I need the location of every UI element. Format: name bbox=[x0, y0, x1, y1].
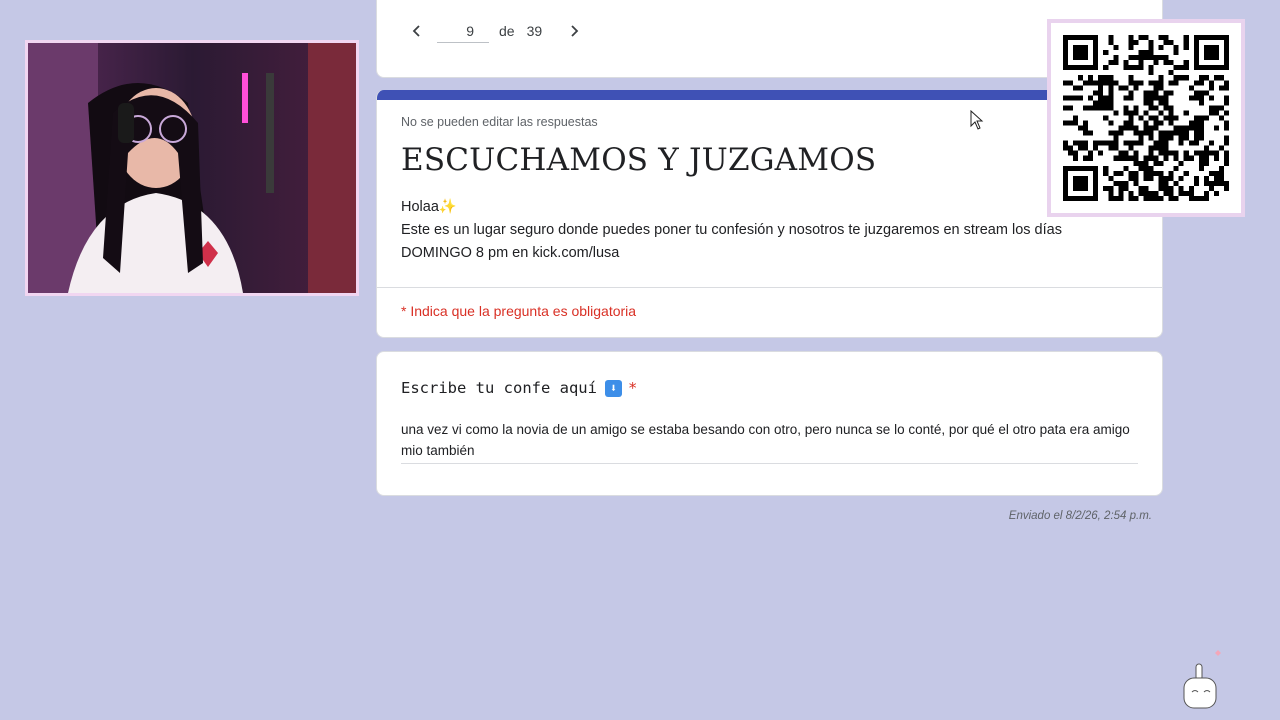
pager-total: 39 bbox=[526, 23, 543, 39]
response-pager-card: de 39 bbox=[376, 0, 1163, 78]
chevron-left-icon bbox=[412, 25, 420, 37]
form-title: ESCUCHAMOS Y JUZGAMOS bbox=[401, 142, 877, 178]
question-card: Escribe tu confe aquí ⬇ * una vez vi com… bbox=[376, 351, 1163, 496]
qr-code-icon bbox=[1063, 35, 1229, 201]
description-text: Este es un lugar seguro donde puedes pon… bbox=[401, 222, 1062, 261]
page-number-input[interactable] bbox=[437, 19, 489, 43]
question-label: Escribe tu confe aquí bbox=[401, 379, 597, 397]
form-header-card: No se pueden editar las respuestas ESCUC… bbox=[376, 90, 1163, 338]
pager: de 39 bbox=[405, 19, 586, 43]
down-arrow-icon: ⬇ bbox=[604, 379, 622, 397]
header-divider bbox=[377, 287, 1162, 288]
sparkles-icon: ✨ bbox=[438, 199, 457, 215]
form-accent-bar bbox=[377, 90, 1162, 100]
no-edit-notice: No se pueden editar las respuestas bbox=[401, 115, 598, 129]
required-note: * Indica que la pregunta es obligatoria bbox=[401, 303, 637, 319]
pager-of-label: de bbox=[499, 23, 515, 39]
qr-code-overlay bbox=[1047, 19, 1245, 217]
prev-response-button[interactable] bbox=[405, 19, 429, 43]
answer-text: una vez vi como la novia de un amigo se … bbox=[401, 419, 1138, 464]
chevron-right-icon bbox=[571, 25, 579, 37]
form-description: Holaa✨ Este es un lugar seguro donde pue… bbox=[401, 196, 1102, 265]
next-response-button[interactable] bbox=[562, 19, 586, 43]
greeting: Holaa bbox=[401, 199, 439, 215]
mouse-pointer-icon bbox=[970, 110, 984, 130]
webcam-overlay bbox=[25, 40, 359, 296]
question-title: Escribe tu confe aquí ⬇ * bbox=[401, 379, 637, 397]
required-star: * bbox=[627, 379, 638, 397]
streamer-video bbox=[28, 43, 356, 293]
submitted-timestamp: Enviado el 8/2/26, 2:54 p.m. bbox=[1008, 510, 1152, 522]
mascot-sticker-icon bbox=[1183, 650, 1221, 709]
